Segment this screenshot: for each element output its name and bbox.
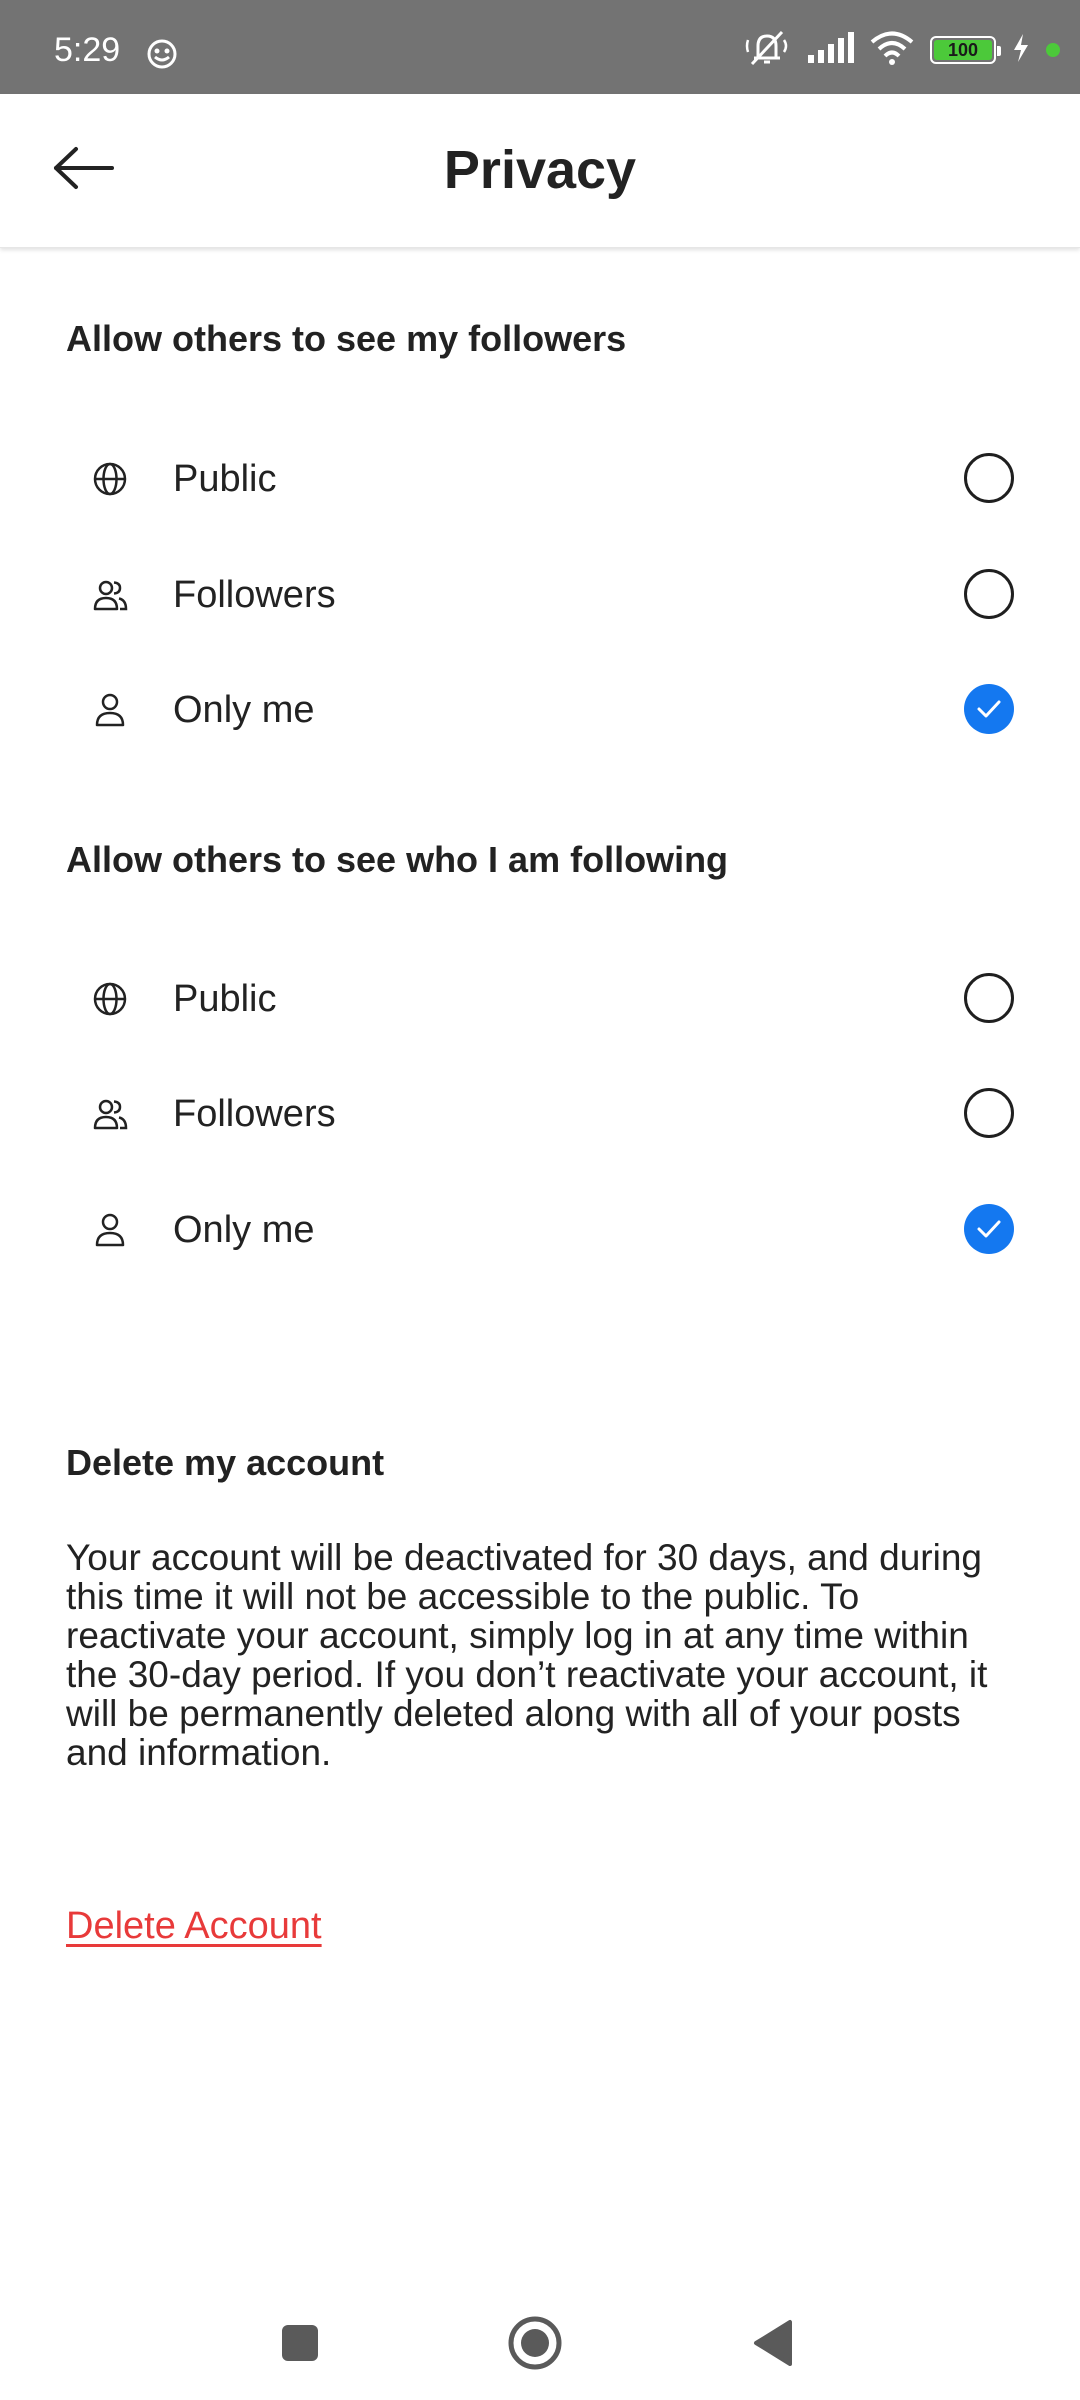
checkmark-icon (977, 1220, 1001, 1238)
mood-icon (146, 38, 178, 70)
delete-account-link[interactable]: Delete Account (66, 1904, 322, 1948)
people-icon (92, 577, 128, 613)
option-label: Public (173, 978, 277, 1020)
charging-icon (1012, 33, 1030, 68)
status-bar: 5:29 100 (0, 0, 1080, 94)
option-label: Followers (173, 574, 336, 616)
wifi-icon (870, 31, 914, 70)
globe-icon (92, 981, 128, 1017)
option-label: Only me (173, 1209, 315, 1251)
recents-square-icon (280, 2323, 320, 2368)
radio-button-checked[interactable] (964, 1204, 1014, 1254)
page-title: Privacy (443, 140, 637, 200)
option-label: Public (173, 458, 277, 500)
person-icon (92, 1212, 128, 1248)
delete-description: Your account will be deactivated for 30 … (66, 1537, 988, 1773)
following-section-title: Allow others to see who I am following (66, 839, 729, 880)
home-circle-icon (507, 2315, 563, 2376)
person-icon (92, 692, 128, 728)
delete-section-title: Delete my account (66, 1442, 385, 1483)
battery-icon: 100 (930, 36, 1001, 64)
radio-button[interactable] (964, 973, 1014, 1023)
radio-button[interactable] (964, 1088, 1014, 1138)
home-button[interactable] (500, 2310, 570, 2380)
app-bar: Privacy (0, 94, 1080, 248)
radio-button[interactable] (964, 453, 1014, 503)
radio-button[interactable] (964, 569, 1014, 619)
followers-option-public[interactable]: Public (40, 429, 1040, 529)
radio-button-checked[interactable] (964, 684, 1014, 734)
checkmark-icon (977, 700, 1001, 718)
option-label: Followers (173, 1093, 336, 1135)
status-time: 5:29 (54, 31, 121, 69)
followers-option-only-me[interactable]: Only me (40, 660, 1040, 760)
back-nav-button[interactable] (737, 2310, 807, 2380)
following-option-followers[interactable]: Followers (40, 1064, 1040, 1164)
mute-icon (744, 28, 790, 73)
back-triangle-icon (750, 2318, 794, 2373)
following-option-only-me[interactable]: Only me (40, 1180, 1040, 1280)
people-icon (92, 1096, 128, 1132)
status-dot-icon (1046, 43, 1060, 57)
followers-option-followers[interactable]: Followers (40, 545, 1040, 645)
globe-icon (92, 461, 128, 497)
battery-level: 100 (934, 40, 992, 60)
system-nav-bar (0, 2290, 1080, 2400)
recents-button[interactable] (265, 2310, 335, 2380)
following-option-public[interactable]: Public (40, 949, 1040, 1049)
status-icons: 100 (744, 30, 1060, 70)
signal-icon (806, 31, 854, 70)
option-label: Only me (173, 689, 315, 731)
followers-section-title: Allow others to see my followers (66, 318, 627, 359)
